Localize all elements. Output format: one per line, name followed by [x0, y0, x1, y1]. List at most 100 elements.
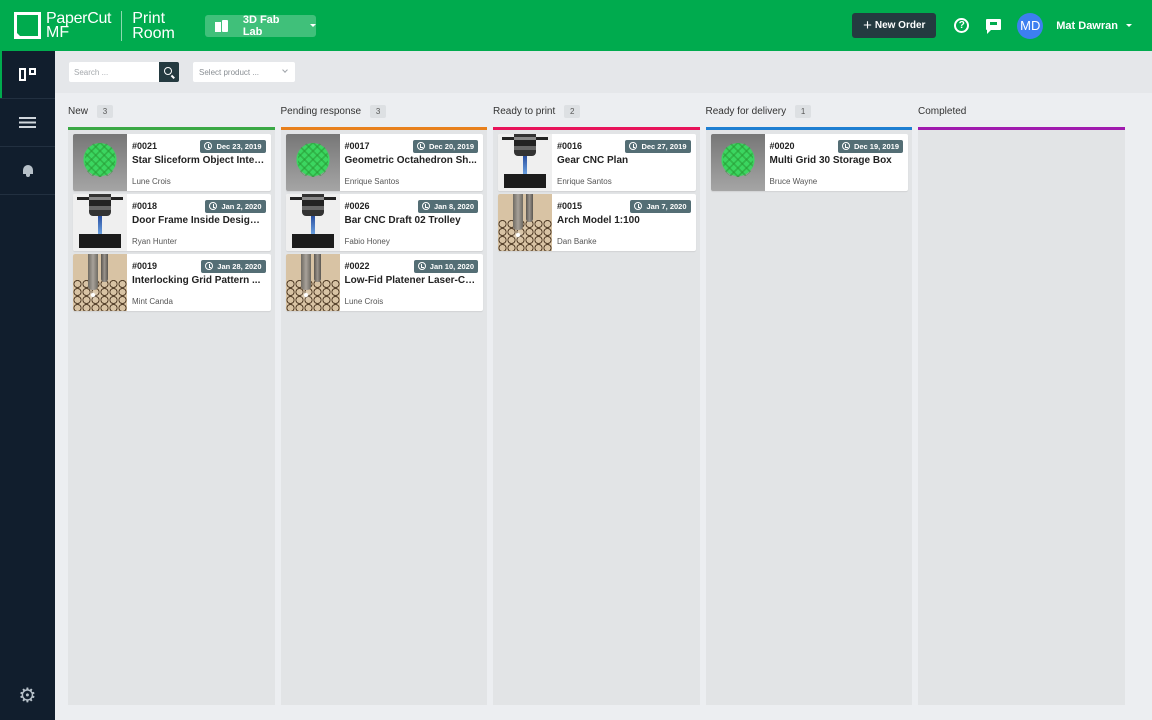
order-date: Jan 10, 2020 — [429, 261, 474, 271]
order-id: #0019 — [132, 261, 158, 271]
order-card[interactable]: #0021 Dec 23, 2019 Star Sliceform Object… — [73, 134, 271, 191]
board-column-completed: Completed — [918, 93, 1125, 705]
clock-icon — [421, 202, 430, 210]
order-owner: Fabio Honey — [344, 237, 390, 246]
column-count-badge: 3 — [97, 104, 114, 118]
order-date: Dec 23, 2019 — [216, 141, 262, 151]
product-select[interactable]: Select product ... — [193, 62, 295, 82]
order-card[interactable]: #0015 Jan 7, 2020 Arch Model 1:100 Dan B… — [498, 194, 696, 251]
order-date: Dec 20, 2019 — [428, 141, 474, 151]
sidebar-item-board[interactable] — [0, 51, 55, 99]
order-title: Low-Fid Platener Laser-Cu... — [344, 275, 479, 286]
order-thumbnail-laser — [73, 254, 127, 311]
date-badge: Dec 20, 2019 — [412, 139, 478, 153]
order-owner: Lune Crois — [132, 177, 171, 186]
filter-bar: Select product ... — [55, 51, 1152, 93]
sidebar: ⚙ — [0, 51, 55, 720]
order-thumbnail-green — [285, 134, 340, 191]
search-input[interactable] — [69, 62, 159, 82]
column-body: #0020 Dec 19, 2019 Multi Grid 30 Storage… — [705, 130, 912, 705]
date-badge: Dec 23, 2019 — [200, 139, 266, 153]
order-card[interactable]: #0016 Dec 27, 2019 Gear CNC Plan Enrique… — [498, 134, 696, 191]
column-body: #0016 Dec 27, 2019 Gear CNC Plan Enrique… — [493, 130, 700, 705]
order-date: Jan 28, 2020 — [217, 261, 262, 271]
order-card[interactable]: #0020 Dec 19, 2019 Multi Grid 30 Storage… — [710, 134, 908, 191]
new-order-label: New Order — [874, 20, 926, 31]
chat-icon[interactable] — [986, 19, 1002, 34]
search-button[interactable] — [159, 62, 179, 82]
order-card[interactable]: #0017 Dec 20, 2019 Geometric Octahedron … — [285, 134, 483, 191]
sidebar-item-notifications[interactable] — [0, 147, 55, 195]
sidebar-item-settings[interactable]: ⚙ — [0, 686, 55, 706]
order-id: #0015 — [557, 201, 583, 211]
column-title: Ready to print — [493, 105, 556, 117]
order-card[interactable]: #0019 Jan 28, 2020 Interlocking Grid Pat… — [73, 254, 271, 311]
order-thumbnail-laser — [498, 194, 552, 251]
column-title: New — [68, 105, 89, 117]
product-select-placeholder: Select product ... — [199, 67, 260, 77]
date-badge: Jan 7, 2020 — [630, 199, 691, 213]
order-date: Dec 19, 2019 — [853, 141, 899, 151]
order-title: Star Sliceform Object Inter... — [132, 155, 266, 166]
board-column-ready-for-delivery: Ready for delivery 1 #0020 Dec 19, 2019 … — [705, 93, 913, 705]
lab-selector[interactable]: 3D Fab Lab — [204, 13, 316, 38]
order-date: Dec 27, 2019 — [641, 141, 687, 151]
column-title: Pending response — [280, 105, 362, 117]
column-header: Pending response 3 — [281, 93, 488, 127]
top-bar: PaperCut MF Print Room 3D Fab Lab + New … — [0, 0, 1152, 51]
order-card[interactable]: #0022 Jan 10, 2020 Low-Fid Platener Lase… — [285, 254, 483, 311]
gear-icon: ⚙ — [18, 685, 37, 707]
brand-suffix: MF — [46, 23, 70, 41]
date-badge: Jan 8, 2020 — [417, 199, 478, 213]
new-order-button[interactable]: + New Order — [852, 13, 937, 38]
order-thumbnail-green — [73, 134, 127, 191]
order-owner: Enrique Santos — [344, 177, 400, 186]
product-name-line1: Print — [132, 9, 166, 27]
order-thumbnail-cnc — [73, 194, 127, 251]
column-count-badge: 2 — [564, 104, 581, 118]
clock-icon — [417, 262, 426, 270]
column-body: #0021 Dec 23, 2019 Star Sliceform Object… — [68, 130, 275, 705]
order-thumbnail-green — [710, 134, 765, 191]
column-body: #0017 Dec 20, 2019 Geometric Octahedron … — [280, 130, 487, 705]
clock-icon — [416, 142, 425, 150]
bell-icon — [22, 164, 34, 177]
user-menu[interactable]: Mat Dawran — [1056, 20, 1132, 32]
order-title: Bar CNC Draft 02 Trolley — [344, 215, 461, 226]
order-title: Interlocking Grid Pattern ... — [132, 275, 261, 286]
help-icon[interactable]: ? — [954, 18, 970, 33]
column-header: Ready to print 2 — [493, 93, 700, 127]
order-id: #0021 — [132, 141, 158, 151]
date-badge: Jan 28, 2020 — [201, 259, 266, 273]
user-name: Mat Dawran — [1056, 19, 1118, 32]
column-header: Ready for delivery 1 — [706, 93, 913, 127]
order-id: #0018 — [132, 201, 158, 211]
order-card[interactable]: #0026 Jan 8, 2020 Bar CNC Draft 02 Troll… — [285, 194, 483, 251]
column-title: Completed — [918, 105, 967, 117]
column-header: New 3 — [68, 93, 275, 127]
plus-icon: + — [863, 16, 872, 34]
clock-icon — [629, 142, 638, 150]
kanban-board: New 3 #0021 Dec 23, 2019 Star Sliceform … — [68, 93, 1125, 705]
sidebar-item-list[interactable] — [0, 99, 55, 147]
order-thumbnail-cnc — [285, 194, 340, 251]
chevron-down-icon — [1126, 24, 1132, 27]
avatar[interactable]: MD — [1017, 12, 1044, 39]
date-badge: Dec 19, 2019 — [837, 139, 903, 153]
date-badge: Dec 27, 2019 — [625, 139, 691, 153]
order-owner: Dan Banke — [557, 237, 597, 246]
order-card[interactable]: #0018 Jan 2, 2020 Door Frame Inside Desi… — [73, 194, 271, 251]
column-header: Completed — [918, 93, 1125, 127]
chevron-down-icon — [309, 24, 316, 27]
board-column-pending-response: Pending response 3 #0017 Dec 20, 2019 Ge… — [280, 93, 488, 705]
column-count-badge: 3 — [370, 104, 387, 118]
lab-selector-label: 3D Fab Lab — [242, 13, 280, 38]
lab-icon — [214, 19, 229, 32]
search-box — [69, 62, 179, 82]
order-title: Arch Model 1:100 — [557, 215, 640, 226]
order-title: Gear CNC Plan — [557, 155, 629, 166]
papercut-logo[interactable]: PaperCut MF Print Room — [14, 0, 175, 51]
papercut-logo-icon — [14, 12, 41, 39]
order-owner: Bruce Wayne — [769, 177, 818, 186]
order-id: #0016 — [557, 141, 583, 151]
